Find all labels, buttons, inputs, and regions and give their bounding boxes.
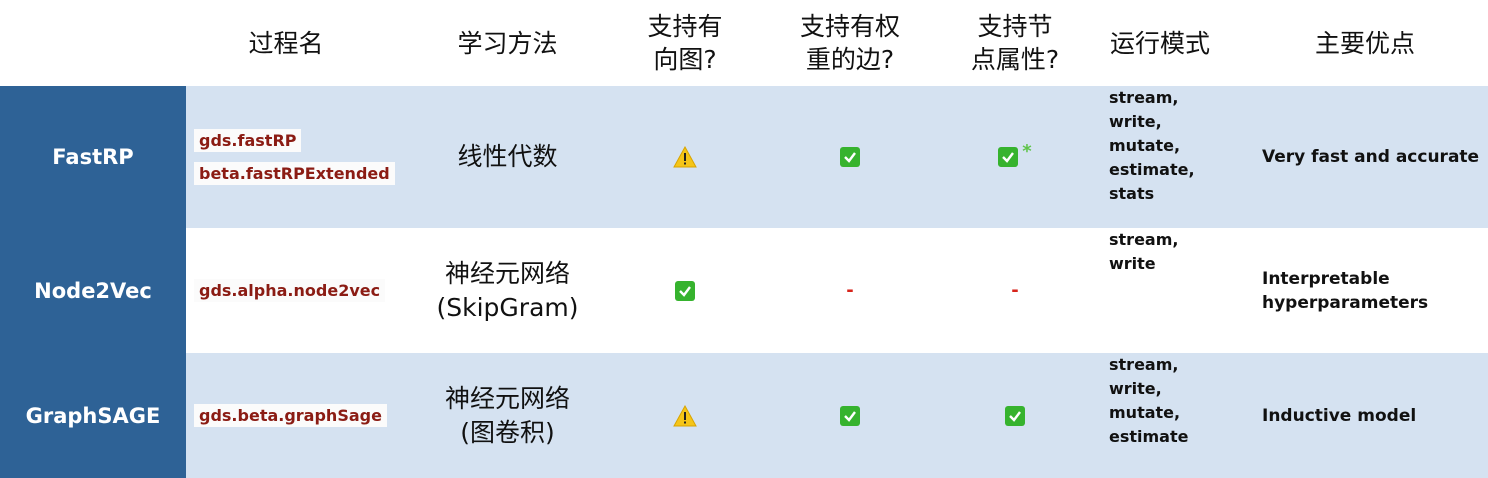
advantage-cell: Very fast and accurate <box>1262 86 1488 228</box>
header-node-props-line2: 点属性? <box>970 45 1060 74</box>
run-mode: mutate, <box>1109 136 1181 155</box>
header-run-modes: 运行模式 <box>1090 0 1230 86</box>
header-run-modes-text: 运行模式 <box>1109 28 1210 58</box>
comparison-table: 过程名 学习方法 支持有向图? 支持有权重的边? 支持节点属性? 运行模式 主要… <box>0 0 1488 478</box>
run-mode: stats <box>1109 184 1155 203</box>
header-procedure: 过程名 <box>186 0 386 86</box>
not-supported-dash: - <box>1011 280 1019 301</box>
header-learning-method-text: 学习方法 <box>457 28 558 58</box>
check-icon <box>675 280 695 301</box>
method-text: 神经元网络 (图卷积) <box>445 382 570 450</box>
header-advantages-text: 主要优点 <box>1314 28 1415 58</box>
check-icon <box>840 405 860 426</box>
header-weighted-line2: 重的边? <box>805 45 895 74</box>
row-label-graphsage: GraphSAGE <box>0 353 186 478</box>
header-weighted-line1: 支持有权 <box>799 12 900 41</box>
header-directed-line1: 支持有 <box>647 12 723 41</box>
run-modes-cell: stream, write <box>1109 228 1249 353</box>
advantage-cell: Interpretable hyperparameters <box>1262 228 1488 353</box>
method-line: (图卷积) <box>460 417 555 447</box>
weighted-cell: - <box>770 228 930 353</box>
not-supported-dash: - <box>846 280 854 301</box>
procedure-name: gds.fastRP <box>194 129 302 152</box>
check-icon <box>840 147 860 167</box>
header-weighted: 支持有权重的边? <box>770 0 930 86</box>
run-mode: write <box>1109 254 1156 273</box>
directed-cell <box>615 353 755 478</box>
node-props-cell: - <box>945 228 1085 353</box>
run-mode: stream, <box>1109 88 1179 107</box>
procedure-name: gds.beta.graphSage <box>194 404 387 427</box>
run-mode: write, <box>1109 112 1162 131</box>
header-directed-line2: 向图? <box>653 45 717 74</box>
method-cell: 神经元网络 (图卷积) <box>415 353 600 478</box>
advantage-line: Interpretable <box>1262 268 1390 289</box>
directed-cell <box>615 86 755 228</box>
run-mode: estimate, <box>1109 160 1195 179</box>
header-advantages: 主要优点 <box>1265 0 1465 86</box>
advantage-cell: Inductive model <box>1262 353 1488 478</box>
run-mode: write, <box>1109 379 1162 398</box>
check-icon <box>1005 405 1025 426</box>
directed-cell <box>615 228 755 353</box>
run-mode: stream, <box>1109 230 1179 249</box>
procedure-name: beta.fastRPExtended <box>194 162 395 185</box>
run-mode: stream, <box>1109 355 1179 374</box>
row-body: gds.beta.graphSage 神经元网络 (图卷积) stream, w… <box>186 353 1488 478</box>
node-props-cell <box>945 353 1085 478</box>
run-mode: mutate, <box>1109 403 1181 422</box>
procedures-cell: gds.fastRP beta.fastRPExtended <box>194 86 409 228</box>
advantage-line: hyperparameters <box>1262 292 1429 313</box>
row-label-fastrp: FastRP <box>0 86 186 228</box>
method-text: 神经元网络 (SkipGram) <box>437 257 579 325</box>
weighted-cell <box>770 86 930 228</box>
row-body: gds.alpha.node2vec 神经元网络 (SkipGram) - - … <box>186 228 1488 353</box>
method-text: 线性代数 <box>457 142 558 171</box>
warning-icon <box>673 404 697 426</box>
advantage-text: Very fast and accurate <box>1262 147 1480 167</box>
procedures-cell: gds.alpha.node2vec <box>194 228 409 353</box>
procedure-name: gds.alpha.node2vec <box>194 279 386 302</box>
method-line: (SkipGram) <box>436 292 579 322</box>
procedures-cell: gds.beta.graphSage <box>194 353 409 478</box>
warning-icon <box>673 146 697 168</box>
row-body: gds.fastRP beta.fastRPExtended 线性代数 * st… <box>186 86 1488 228</box>
node-props-cell: * <box>945 86 1085 228</box>
run-mode: estimate <box>1109 427 1189 446</box>
header-node-props: 支持节点属性? <box>945 0 1085 86</box>
check-icon <box>998 147 1019 167</box>
method-line: 神经元网络 <box>444 383 570 413</box>
method-cell: 神经元网络 (SkipGram) <box>415 228 600 353</box>
method-cell: 线性代数 <box>415 86 600 228</box>
table-row: GraphSAGE gds.beta.graphSage 神经元网络 (图卷积) <box>0 353 1488 478</box>
row-label-node2vec: Node2Vec <box>0 228 186 353</box>
footnote-star: * <box>1022 140 1032 162</box>
header-directed: 支持有向图? <box>615 0 755 86</box>
table-row: FastRP gds.fastRP beta.fastRPExtended 线性… <box>0 86 1488 228</box>
advantage-text: Inductive model <box>1262 405 1417 426</box>
run-modes-cell: stream, write, mutate, estimate, stats <box>1109 86 1249 228</box>
weighted-cell <box>770 353 930 478</box>
header-learning-method: 学习方法 <box>415 0 600 86</box>
table-row: Node2Vec gds.alpha.node2vec 神经元网络 (SkipG… <box>0 228 1488 353</box>
header-procedure-text: 过程名 <box>248 28 324 58</box>
run-modes-cell: stream, write, mutate, estimate <box>1109 353 1249 478</box>
header-node-props-line1: 支持节 <box>977 12 1053 41</box>
method-line: 神经元网络 <box>444 258 570 288</box>
